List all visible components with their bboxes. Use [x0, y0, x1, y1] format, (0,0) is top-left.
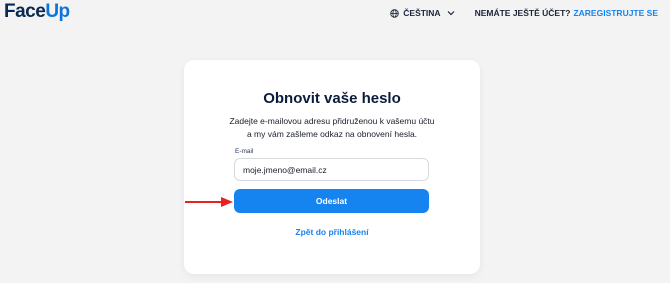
submit-button[interactable]: Odeslat	[234, 189, 429, 213]
top-navigation: ČEŠTINA NEMÁTE JEŠTĚ ÚČET? ZAREGISTRUJTE…	[390, 8, 658, 18]
no-account-text: NEMÁTE JEŠTĚ ÚČET?	[474, 8, 571, 18]
faceup-logo[interactable]: FaceUp	[4, 1, 70, 23]
arrow-right-icon	[185, 197, 233, 207]
chevron-down-icon	[447, 11, 455, 16]
logo-text-up: Up	[45, 1, 70, 22]
language-label: ČEŠTINA	[403, 8, 441, 18]
reset-password-card: Obnovit vaše heslo Zadejte e-mailovou ad…	[184, 60, 480, 274]
language-selector[interactable]: ČEŠTINA	[390, 8, 458, 18]
email-label: E-mail	[235, 148, 254, 155]
register-link[interactable]: ZAREGISTRUJTE SE	[573, 8, 658, 18]
email-field[interactable]	[234, 158, 429, 181]
description-text: Zadejte e-mailovou adresu přidruženou k …	[229, 116, 435, 139]
globe-icon	[390, 8, 399, 18]
logo-text-face: Face	[4, 1, 46, 22]
back-to-login-link[interactable]: Zpět do přihlášení	[184, 227, 480, 237]
page-title: Obnovit vaše heslo	[263, 90, 401, 107]
